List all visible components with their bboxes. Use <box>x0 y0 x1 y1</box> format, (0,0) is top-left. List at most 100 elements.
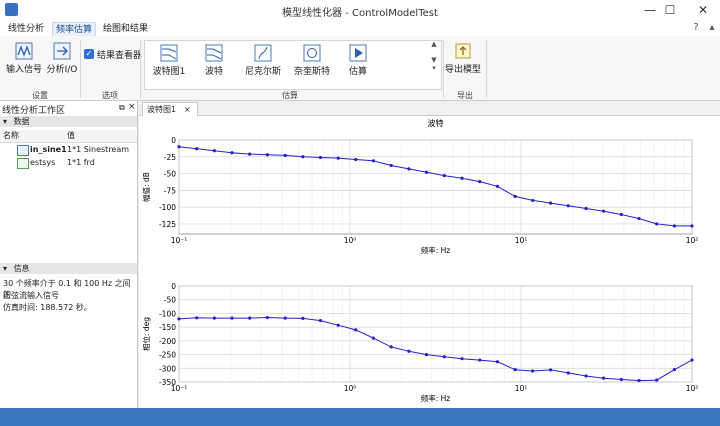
workspace-title: 线性分析工作区 <box>2 106 66 116</box>
info-section-header[interactable]: ▾ 信息 <box>0 263 137 274</box>
magnitude-data-point <box>460 176 464 180</box>
magnitude-data-point <box>195 147 199 151</box>
tab-plots-results[interactable]: 绘图和结果 <box>103 22 148 36</box>
table-header: 名称 值 <box>0 130 137 143</box>
magnitude-data-point <box>442 173 446 178</box>
phase-data-point <box>195 316 199 320</box>
gallery-scroll[interactable]: ▲ ▼ ▾ <box>428 40 440 88</box>
magnitude-ylabel: 幅值: dB <box>141 172 151 202</box>
close-tab-icon[interactable]: × <box>184 103 191 116</box>
phase-data-point <box>549 368 553 372</box>
magnitude-data-point <box>513 194 517 198</box>
help-icon[interactable]: ? <box>690 22 702 34</box>
gallery-item-nyquist[interactable]: 奈奎斯特 <box>288 42 336 82</box>
undock-icon[interactable]: ⧉ <box>119 103 125 113</box>
collapse-icon: ▾ <box>3 264 8 273</box>
gallery-item-bode1[interactable]: 波特图1 <box>146 42 192 82</box>
phase-xtick-label: 10² <box>686 384 699 393</box>
phase-data-point <box>389 345 393 349</box>
magnitude-ytick-label: 0 <box>171 136 176 145</box>
phase-data-point <box>442 355 446 359</box>
nyquist-icon <box>303 44 321 62</box>
magnitude-data-point <box>495 184 500 188</box>
magnitude-data-point <box>478 180 482 184</box>
row-value: 1*1 Sinestream <box>67 145 130 154</box>
info-line: 仿真时间: 188.572 秒。 <box>3 303 92 312</box>
phase-data-point <box>672 368 677 372</box>
collapse-ribbon-icon[interactable]: ▴ <box>706 22 718 34</box>
maximize-button[interactable]: ☐ <box>655 1 685 19</box>
magnitude-data-point <box>212 149 216 153</box>
magnitude-data-point <box>637 216 641 221</box>
window-title: 模型线性化器 - ControlModelTest <box>282 8 438 19</box>
export-model-button[interactable]: 导出模型 <box>443 40 483 80</box>
phase-data-point <box>265 315 270 320</box>
phase-data-point <box>318 318 323 323</box>
phase-ytick-label: -50 <box>164 296 176 305</box>
phase-ytick-label: -300 <box>159 364 176 373</box>
close-button[interactable]: ✕ <box>688 1 718 19</box>
io-icon <box>53 42 71 60</box>
ribbon-divider <box>80 40 81 98</box>
phase-data-point <box>336 323 340 327</box>
workspace-panel: 线性分析工作区 ⧉ × ▾ 数据 名称 值 in_sine1 1*1 Sines… <box>0 101 138 408</box>
data-section-header[interactable]: ▾ 数据 <box>0 116 137 127</box>
info-line: 正弦流输入信号 <box>3 291 59 300</box>
table-row[interactable]: in_sine1 1*1 Sinestream <box>0 144 137 156</box>
magnitude-data-point <box>336 156 340 160</box>
estimate-button[interactable]: 估算 <box>336 42 380 82</box>
phase-data-point <box>248 316 252 320</box>
magnitude-data-point <box>531 198 535 203</box>
phase-data-point <box>601 376 606 380</box>
tab-frequency-estimation[interactable]: 频率估算 <box>52 22 97 37</box>
column-name: 名称 <box>3 131 19 140</box>
phase-xtick-label: 10⁰ <box>344 384 357 393</box>
phase-data-point <box>283 316 287 320</box>
magnitude-data-point <box>283 153 287 158</box>
phase-ylabel: 相位: deg <box>141 317 151 351</box>
title-bar: 模型线性化器 - ControlModelTest — ☐ ✕ <box>0 0 720 20</box>
ribbon-tab-bar: 线性分析 频率估算 绘图和结果 <box>0 20 720 37</box>
ribbon: 输入信号 分析I/O 设置 ✓ 结果查看器 选项 波特图1 波特 尼克尔斯 奈奎… <box>0 36 720 101</box>
phase-data-point <box>354 328 358 332</box>
gallery-item-nichols[interactable]: 尼克尔斯 <box>238 42 288 82</box>
analysis-io-button[interactable]: 分析I/O <box>40 40 84 80</box>
magnitude-data-point <box>177 145 181 149</box>
phase-data-point <box>655 378 659 382</box>
phase-data-point <box>301 316 305 320</box>
phase-xtick-label: 10¹ <box>515 384 528 393</box>
magnitude-data-point <box>318 155 323 160</box>
close-panel-icon[interactable]: × <box>128 102 136 112</box>
tab-bode1[interactable]: 波特图1 × <box>142 102 198 116</box>
tab-linear-analysis[interactable]: 线性分析 <box>8 22 44 36</box>
magnitude-data-point <box>566 204 570 208</box>
bode-chart: 波特 10⁻¹ 10⁰ 10¹ 10² 0 -25 -50 -75 -100 -125 幅值: dB 频… <box>141 118 699 403</box>
magnitude-data-point <box>407 167 411 171</box>
row-name: in_sine1 <box>30 145 67 154</box>
magnitude-data-point <box>301 155 305 159</box>
sinestream-icon <box>17 145 29 156</box>
magnitude-xtick-label: 10⁰ <box>344 236 357 245</box>
document-tab-bar: 波特图1 × <box>139 101 720 116</box>
phase-data-point <box>478 358 482 362</box>
result-viewer-checkbox[interactable]: ✓ <box>84 49 94 59</box>
chart-title: 波特 <box>428 118 444 128</box>
phase-ytick-label: -250 <box>159 351 176 360</box>
magnitude-xtick-label: 10⁻¹ <box>171 236 188 245</box>
table-row[interactable]: estsys 1*1 frd <box>0 157 137 169</box>
magnitude-ytick-label: -100 <box>159 203 176 212</box>
magnitude-data-point <box>549 201 553 205</box>
phase-frame <box>178 285 693 383</box>
phase-data-point <box>566 371 570 375</box>
magnitude-data-point <box>655 222 659 226</box>
magnitude-data-point <box>248 152 252 156</box>
magnitude-data-point <box>424 170 429 174</box>
phase-data-point <box>513 368 517 372</box>
phase-data-point <box>371 336 375 340</box>
phase-data-point <box>584 374 588 378</box>
phase-data-point <box>531 369 535 373</box>
phase-data-point <box>177 317 181 321</box>
magnitude-data-point <box>371 159 375 163</box>
bode-plot-area: 波特 10⁻¹ 10⁰ 10¹ 10² 0 -25 -50 -75 -100 -125 幅值: dB 频… <box>139 116 720 408</box>
gallery-item-bode[interactable]: 波特 <box>192 42 236 82</box>
